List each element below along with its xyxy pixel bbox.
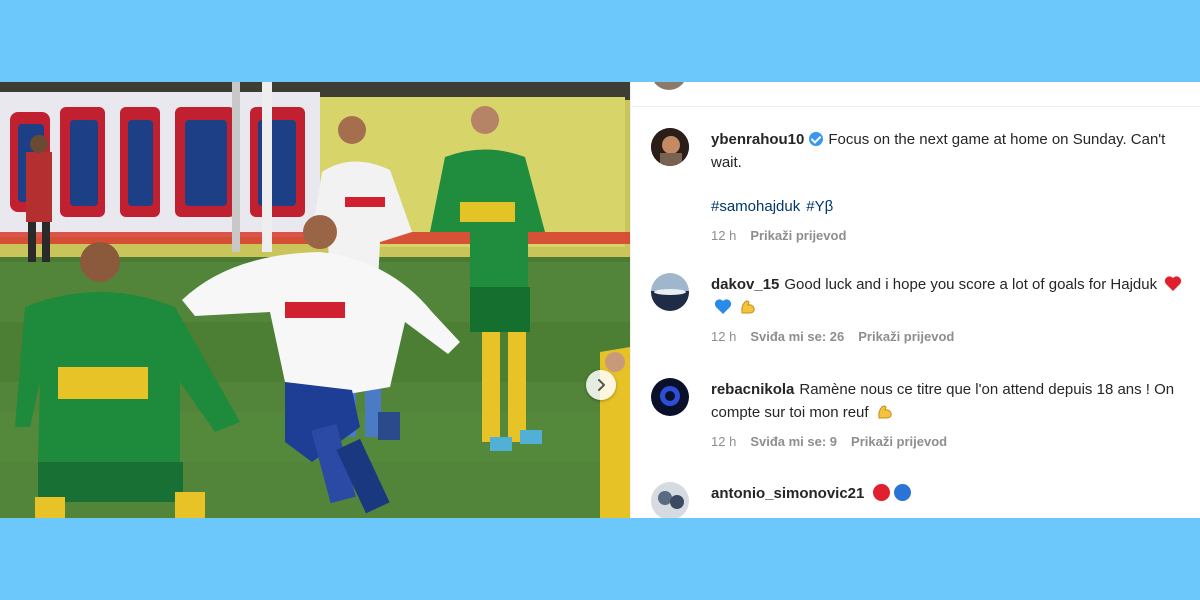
profile-photo-icon (651, 482, 689, 518)
comment-meta: 12 h Sviđa mi se: 26 Prikaži prijevod (711, 329, 1191, 345)
divider (631, 106, 1200, 107)
comment-username[interactable]: rebacnikola (711, 381, 794, 398)
comment-item: rebacnikola Ramène nous ce titre que l'on… (651, 378, 1191, 450)
avatar[interactable] (651, 482, 689, 518)
timestamp[interactable]: 12 h (711, 434, 736, 449)
timestamp[interactable]: 12 h (711, 228, 736, 243)
comment-username[interactable]: antonio_simonovic21 (711, 485, 864, 502)
comment-item: dakov_15 Good luck and i hope you score a… (651, 273, 1191, 345)
timestamp[interactable]: 12 h (711, 329, 736, 344)
translate-button[interactable]: Prikaži prijevod (750, 228, 846, 243)
red-circle-icon (873, 484, 891, 501)
comment-item: antonio_simonovic21 (651, 482, 1191, 518)
avatar[interactable] (651, 128, 689, 166)
hashtag-link[interactable]: #samohajduk (711, 198, 800, 215)
translate-button[interactable]: Prikaži prijevod (858, 329, 954, 344)
caption-meta: 12 h Prikaži prijevod (711, 228, 1191, 244)
comment-meta: 12 h Sviđa mi se: 9 Prikaži prijevod (711, 434, 1191, 450)
comments-panel[interactable]: ybenrahou10 Focus on the next game at hom… (630, 82, 1200, 518)
flexed-biceps-icon (741, 300, 755, 314)
profile-photo-icon (651, 378, 689, 416)
football-match-photo (0, 82, 630, 518)
caption-username[interactable]: ybenrahou10 (711, 131, 804, 148)
profile-photo-icon (651, 128, 689, 166)
post-photo[interactable] (0, 82, 630, 518)
comment-username[interactable]: dakov_15 (711, 276, 779, 293)
chevron-right-icon (598, 379, 605, 391)
avatar[interactable] (651, 273, 689, 311)
red-heart-icon (1165, 276, 1182, 291)
blue-heart-icon (714, 299, 732, 314)
avatar[interactable] (651, 82, 687, 90)
post-caption: ybenrahou10 Focus on the next game at hom… (651, 128, 1191, 244)
flexed-biceps-icon (878, 405, 892, 419)
hashtag-link[interactable]: #Yβ (806, 198, 833, 215)
likes-count[interactable]: Sviđa mi se: 9 (750, 434, 837, 449)
next-photo-button[interactable] (586, 370, 616, 400)
caption-hashtags: #samohajduk #Yβ (711, 195, 1191, 218)
verified-badge-icon (809, 132, 824, 146)
profile-photo-icon (651, 273, 689, 311)
blue-circle-icon (894, 484, 912, 501)
avatar[interactable] (651, 378, 689, 416)
comment-text: Good luck and i hope you score a lot of … (784, 276, 1158, 293)
translate-button[interactable]: Prikaži prijevod (851, 434, 947, 449)
instagram-post: ybenrahou10 Focus on the next game at hom… (0, 82, 1200, 518)
likes-count[interactable]: Sviđa mi se: 26 (750, 329, 844, 344)
